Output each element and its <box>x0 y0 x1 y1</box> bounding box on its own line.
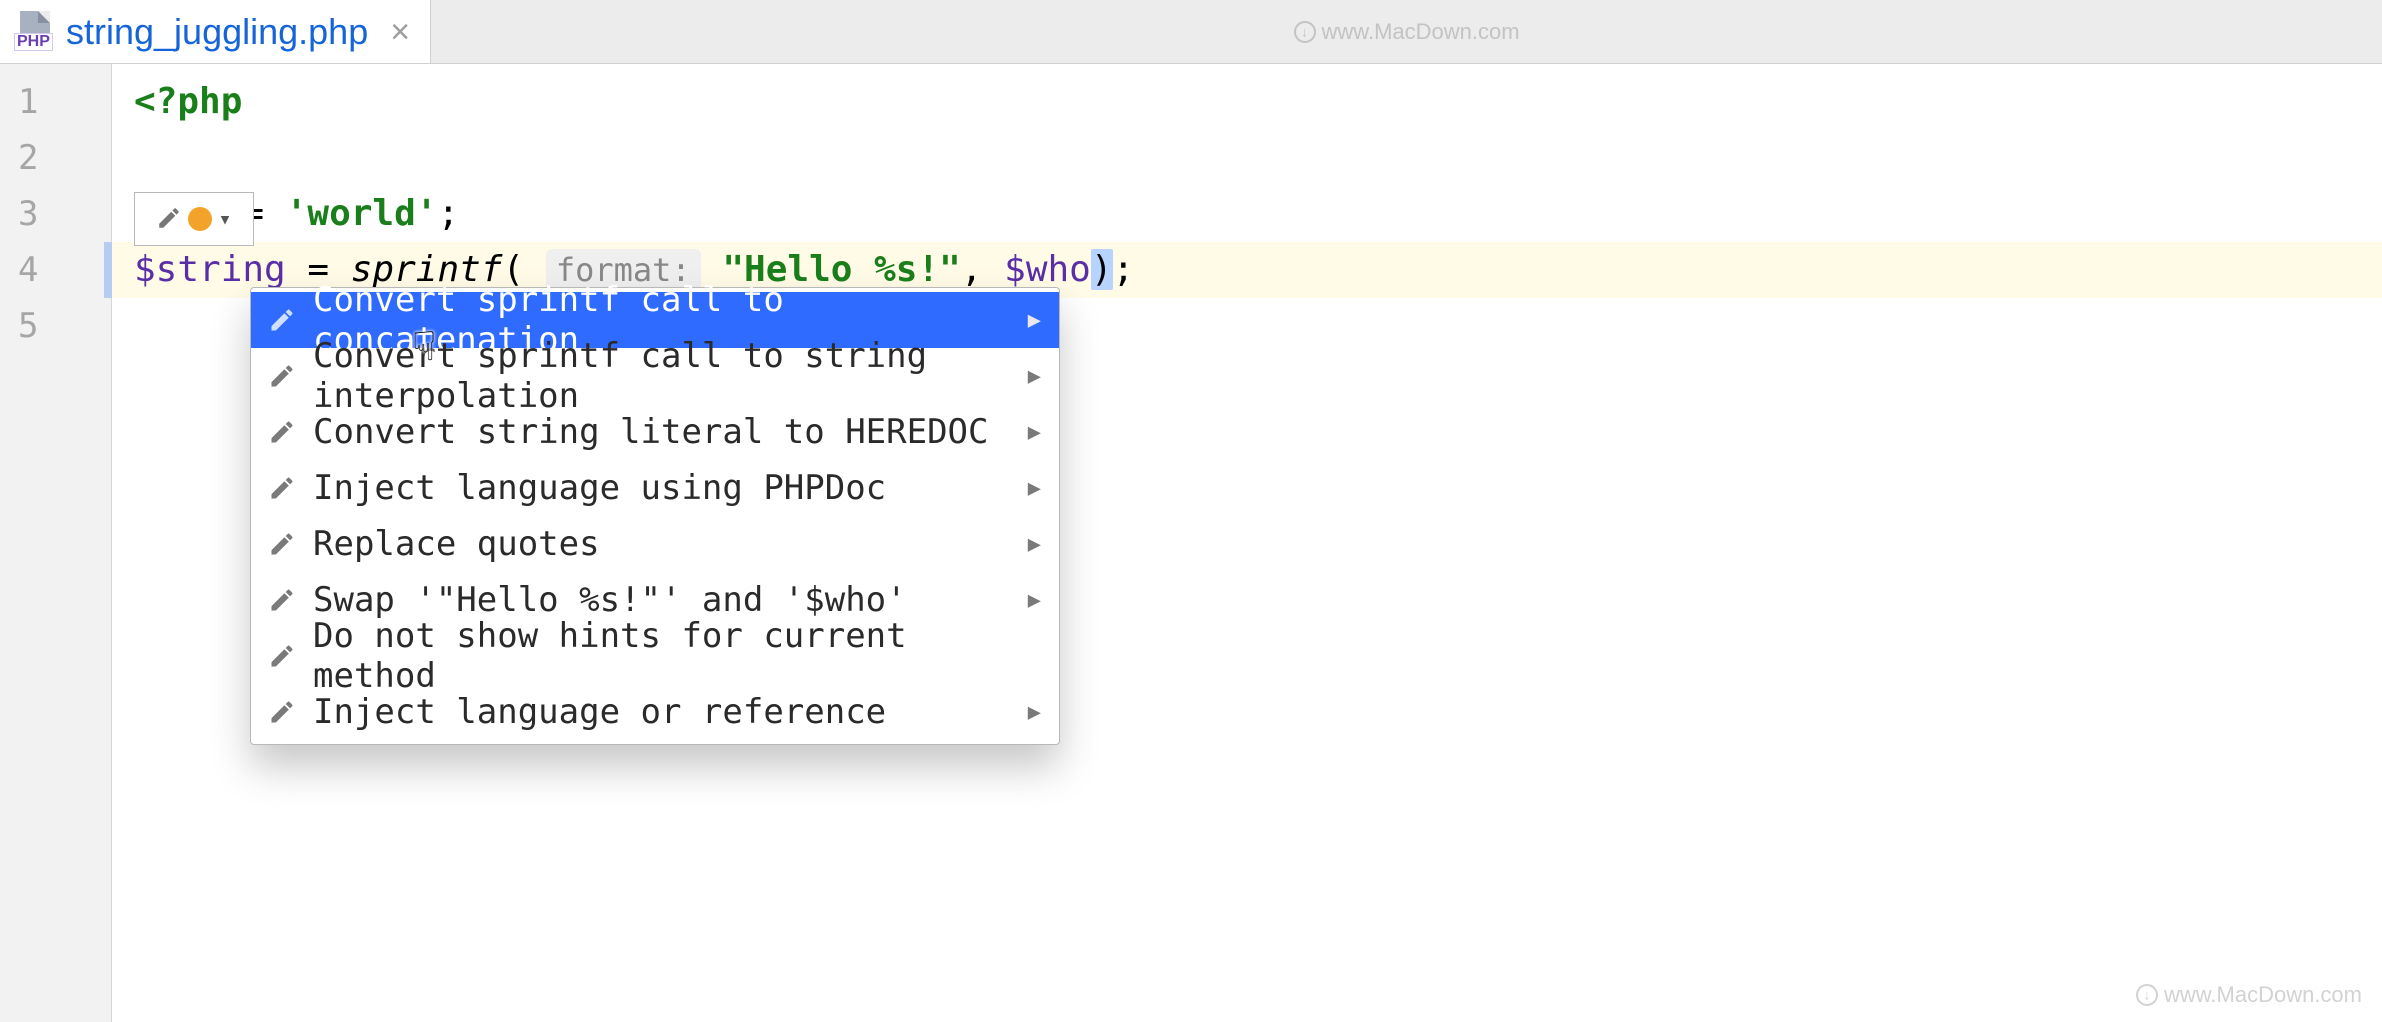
chevron-right-icon: ▶ <box>1028 420 1041 445</box>
line-number[interactable]: 2 <box>0 130 111 186</box>
variable-token: $string <box>134 249 286 290</box>
menu-item-inject-phpdoc[interactable]: Inject language using PHPDoc ▶ <box>251 460 1059 516</box>
php-open-tag: <?php <box>134 81 242 122</box>
line-number[interactable]: 3 <box>0 186 111 242</box>
chevron-right-icon: ▶ <box>1028 364 1041 389</box>
chevron-right-icon: ▶ <box>1028 532 1041 557</box>
menu-item-label: Convert string literal to HEREDOC <box>313 412 1014 452</box>
intention-icon <box>265 418 299 446</box>
watermark-bottom: www.MacDown.com <box>2136 982 2362 1008</box>
tab-bar: PHP string_juggling.php × www.MacDown.co… <box>0 0 2382 64</box>
menu-item-label: Convert sprintf call to string interpola… <box>313 336 1014 416</box>
watermark-top: www.MacDown.com <box>431 0 2382 63</box>
menu-item-label: Inject language or reference <box>313 692 1014 732</box>
editor: 1 2 3 4 5 <?php $who = 'world'; $string … <box>0 64 2382 1022</box>
line-number[interactable]: 5 <box>0 298 111 354</box>
chevron-right-icon: ▶ <box>1028 476 1041 501</box>
selection-caret: ) <box>1091 249 1113 290</box>
line-number[interactable]: 4 <box>0 242 111 298</box>
close-icon[interactable]: × <box>378 15 410 49</box>
menu-item-heredoc[interactable]: Convert string literal to HEREDOC ▶ <box>251 404 1059 460</box>
code-line[interactable]: $who = 'world'; <box>112 186 2382 242</box>
editor-tab[interactable]: PHP string_juggling.php × <box>0 0 431 63</box>
code-area[interactable]: <?php $who = 'world'; $string = sprintf(… <box>112 64 2382 1022</box>
chevron-right-icon: ▶ <box>1028 700 1041 725</box>
bulb-icon <box>188 207 212 231</box>
string-token: 'world' <box>286 193 438 234</box>
chevron-right-icon: ▶ <box>1028 308 1041 333</box>
line-number-gutter: 1 2 3 4 5 <box>0 64 112 1022</box>
tab-filename: string_juggling.php <box>66 11 368 53</box>
menu-item-replace-quotes[interactable]: Replace quotes ▶ <box>251 516 1059 572</box>
variable-token: $who <box>1004 249 1091 290</box>
intention-icon <box>265 474 299 502</box>
intention-bulb[interactable]: ▾ <box>134 192 254 246</box>
intention-actions-menu: Convert sprintf call to concatenation ▶ … <box>250 287 1060 745</box>
menu-item-convert-interpolation[interactable]: Convert sprintf call to string interpola… <box>251 348 1059 404</box>
intention-icon <box>265 306 299 334</box>
menu-item-hide-hints[interactable]: Do not show hints for current method <box>251 628 1059 684</box>
intention-icon <box>265 698 299 726</box>
menu-item-label: Inject language using PHPDoc <box>313 468 1014 508</box>
code-line[interactable] <box>112 130 2382 186</box>
intention-icon <box>265 586 299 614</box>
chevron-down-icon: ▾ <box>218 207 231 232</box>
pencil-bulb-icon <box>156 199 182 240</box>
menu-item-inject-language[interactable]: Inject language or reference ▶ <box>251 684 1059 740</box>
menu-item-label: Do not show hints for current method <box>313 616 1041 696</box>
menu-item-label: Replace quotes <box>313 524 1014 564</box>
menu-item-label: Swap '"Hello %s!"' and '$who' <box>313 580 1014 620</box>
code-line[interactable]: <?php <box>112 74 2382 130</box>
line-number[interactable]: 1 <box>0 74 111 130</box>
intention-icon <box>265 530 299 558</box>
chevron-right-icon: ▶ <box>1028 588 1041 613</box>
intention-icon <box>265 362 299 390</box>
intention-icon <box>265 642 299 670</box>
php-file-icon: PHP <box>14 11 56 53</box>
